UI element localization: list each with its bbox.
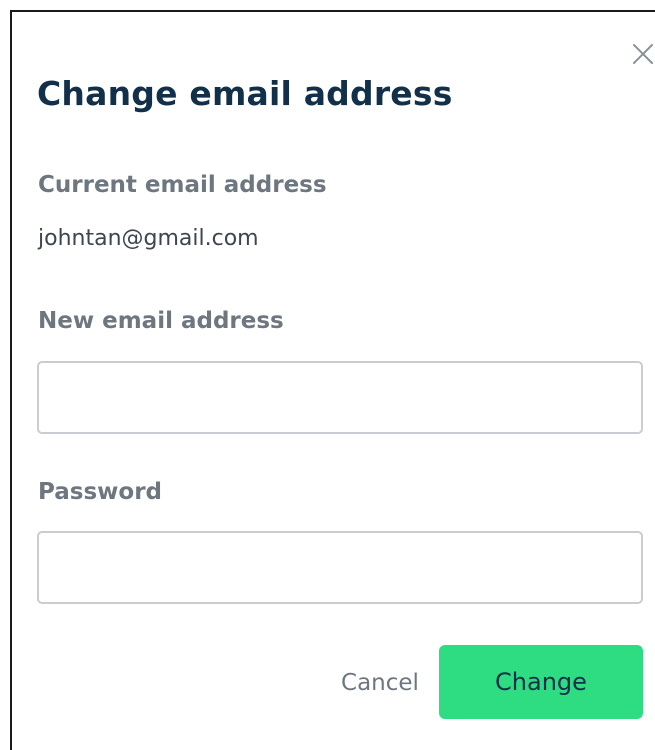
cancel-button[interactable]: Cancel — [330, 660, 430, 706]
new-email-label: New email address — [38, 308, 284, 334]
close-icon[interactable] — [631, 42, 655, 66]
change-button[interactable]: Change — [439, 645, 643, 719]
password-input[interactable] — [37, 531, 643, 604]
new-email-input[interactable] — [37, 361, 643, 434]
current-email-value: johntan@gmail.com — [38, 226, 259, 251]
password-label: Password — [38, 479, 162, 505]
dialog-title: Change email address — [37, 74, 453, 113]
current-email-label: Current email address — [38, 172, 327, 198]
